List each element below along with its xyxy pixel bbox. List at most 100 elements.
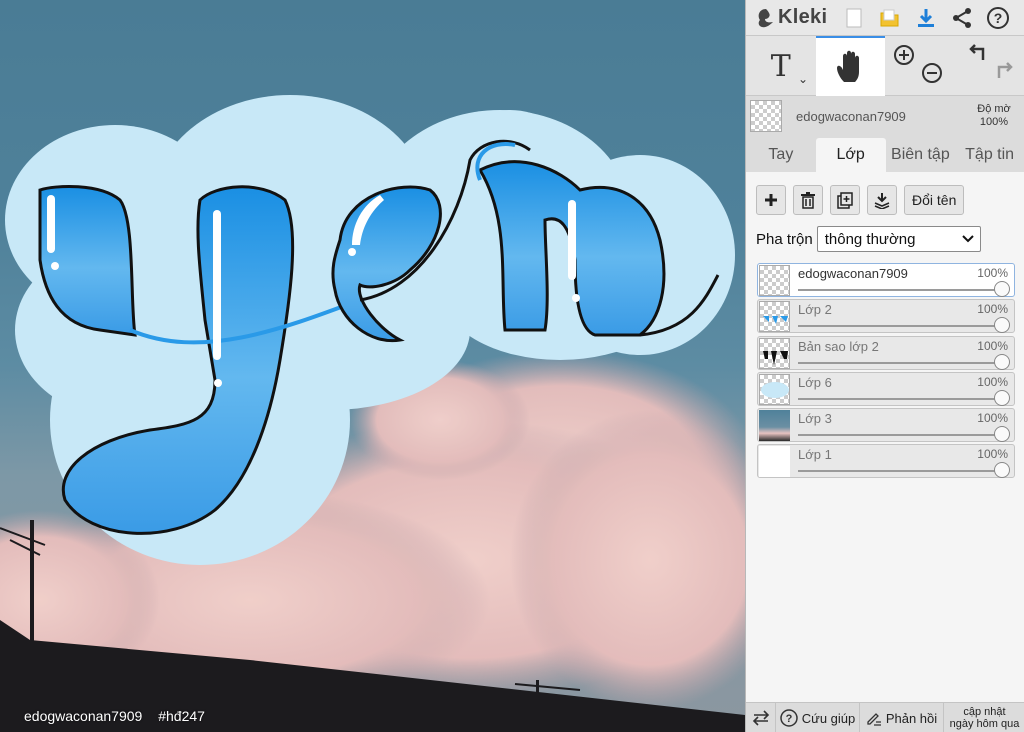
layer-item-lop-3[interactable]: Lớp 3 100% xyxy=(757,408,1015,443)
current-layer-info: edogwaconan7909 Độ mờ 100% xyxy=(746,96,1024,136)
opacity-slider-track[interactable] xyxy=(798,361,1002,364)
tab-bar: Tay Lớp Biên tập Tập tin xyxy=(746,136,1024,172)
duplicate-icon xyxy=(836,191,853,209)
feedback-button[interactable]: Phản hồi xyxy=(860,703,944,732)
trash-icon xyxy=(801,191,815,209)
feedback-icon xyxy=(867,713,881,726)
layer-name: Lớp 3 xyxy=(798,411,832,427)
undo-icon[interactable] xyxy=(967,44,989,66)
layer-name: Bản sao lớp 2 xyxy=(798,338,879,354)
download-icon[interactable] xyxy=(908,0,944,36)
zoom-controls xyxy=(885,36,955,96)
footer-bar: ? Cứu giúp Phản hồi cập nhật ngày hôm qu… xyxy=(746,702,1024,732)
folder-icon[interactable] xyxy=(872,0,908,36)
opacity-slider-track[interactable] xyxy=(798,397,1002,400)
opacity-control[interactable]: Độ mờ 100% xyxy=(964,103,1024,129)
blend-mode-label: Pha trộn xyxy=(756,230,813,248)
svg-text:?: ? xyxy=(994,10,1003,26)
opacity-slider-handle[interactable] xyxy=(994,462,1010,479)
zoom-in-icon[interactable] xyxy=(893,44,915,66)
layer-opacity: 100% xyxy=(977,374,1008,389)
update-info[interactable]: cập nhật ngày hôm qua xyxy=(944,703,1024,732)
tab-edit[interactable]: Biên tập xyxy=(886,138,956,172)
merge-down-button[interactable] xyxy=(867,185,897,215)
redo-icon[interactable] xyxy=(993,62,1015,84)
layer-item-lop-6[interactable]: Lớp 6 100% xyxy=(757,371,1015,406)
layer-thumbnail xyxy=(759,410,790,442)
layer-opacity: 100% xyxy=(977,266,1008,280)
layer-item-lop-2[interactable]: Lớp 2 100% xyxy=(757,299,1015,334)
opacity-slider-handle[interactable] xyxy=(994,426,1010,443)
share-icon[interactable] xyxy=(944,0,980,36)
tab-hand[interactable]: Tay xyxy=(746,138,816,172)
layer-thumbnail xyxy=(759,265,790,296)
swap-side-button[interactable] xyxy=(746,703,776,732)
rename-layer-button[interactable]: Đổi tên xyxy=(904,185,965,215)
chevron-down-icon[interactable]: ⌄ xyxy=(798,72,808,86)
help-icon[interactable]: ? xyxy=(980,0,1016,36)
current-layer-thumbnail xyxy=(750,100,782,132)
layer-item-lop-1[interactable]: Lớp 1 100% xyxy=(757,444,1015,479)
text-tool[interactable]: T ⌄ xyxy=(746,36,816,96)
layer-name: Lớp 1 xyxy=(798,447,832,463)
opacity-slider-handle[interactable] xyxy=(994,353,1010,370)
layer-item-ban-sao-lop-2[interactable]: Bản sao lớp 2 100% xyxy=(757,335,1015,370)
merge-down-icon xyxy=(874,192,890,209)
opacity-slider-track[interactable] xyxy=(798,434,1002,437)
layer-name: Lớp 6 xyxy=(798,374,832,390)
chevron-down-icon xyxy=(962,235,974,243)
app-logo[interactable]: Kleki xyxy=(746,6,836,29)
opacity-slider-track[interactable] xyxy=(798,289,1002,291)
new-file-icon[interactable] xyxy=(836,0,872,36)
layer-buttons: Đổi tên xyxy=(746,172,1024,215)
help-label: Cứu giúp xyxy=(801,710,856,726)
blend-mode-row: Pha trộn thông thường xyxy=(746,215,1024,252)
zoom-out-icon[interactable] xyxy=(921,62,943,84)
blend-mode-value: thông thường xyxy=(824,230,916,248)
opacity-slider-track[interactable] xyxy=(798,325,1002,328)
opacity-slider-handle[interactable] xyxy=(994,317,1010,334)
add-layer-button[interactable] xyxy=(756,185,786,215)
tab-file[interactable]: Tập tin xyxy=(955,138,1024,172)
drawing-canvas[interactable]: edogwaconan7909 #hđ247 xyxy=(0,0,745,732)
update-line-1: cập nhật xyxy=(963,706,1006,718)
blend-mode-select[interactable]: thông thường xyxy=(816,226,981,252)
layer-thumbnail xyxy=(759,301,790,333)
hand-icon xyxy=(837,50,860,82)
layer-opacity: 100% xyxy=(977,302,1008,317)
opacity-slider-handle[interactable] xyxy=(994,389,1010,406)
opacity-slider-track[interactable] xyxy=(798,470,1002,473)
opacity-value: 100% xyxy=(979,116,1009,128)
layer-thumbnail xyxy=(759,337,790,369)
app-name: Kleki xyxy=(778,6,828,28)
text-tool-glyph: T xyxy=(770,48,791,84)
duplicate-layer-button[interactable] xyxy=(830,185,860,215)
layer-opacity: 100% xyxy=(977,411,1008,426)
undo-redo xyxy=(955,36,1024,96)
layer-item-edogwaconan7909[interactable]: edogwaconan7909 100% xyxy=(757,263,1015,297)
side-panel: Kleki ? T ⌄ edogwaconan7909 Độ mờ 100% T… xyxy=(745,0,1024,732)
help-circle-icon: ? xyxy=(779,709,798,727)
layer-name: edogwaconan7909 xyxy=(798,266,908,281)
opacity-slider-handle[interactable] xyxy=(994,281,1010,297)
current-layer-name: edogwaconan7909 xyxy=(796,108,906,124)
layers-panel: Đổi tên Pha trộn thông thường edogwacona… xyxy=(746,172,1024,702)
layer-thumbnail xyxy=(759,373,790,405)
hand-tool[interactable] xyxy=(815,36,885,96)
layer-list: edogwaconan7909 100% Lớp 2 100% Bản sao … xyxy=(757,263,1015,481)
watermark-hashtag: #hđ247 xyxy=(158,708,205,724)
tool-row: T ⌄ xyxy=(746,36,1024,96)
artwork xyxy=(0,95,745,732)
help-button[interactable]: ? Cứu giúp xyxy=(776,703,860,732)
watermark: edogwaconan7909 #hđ247 xyxy=(24,708,217,724)
watermark-username: edogwaconan7909 xyxy=(24,708,143,724)
opacity-label: Độ mờ xyxy=(977,103,1011,115)
tab-layers[interactable]: Lớp xyxy=(815,138,886,172)
plus-icon xyxy=(765,194,777,206)
delete-layer-button[interactable] xyxy=(793,185,823,215)
layer-opacity: 100% xyxy=(977,338,1008,353)
top-bar: Kleki ? xyxy=(746,0,1024,36)
swap-arrows-icon xyxy=(752,710,769,726)
layer-opacity: 100% xyxy=(977,447,1008,462)
feedback-label: Phản hồi xyxy=(885,710,938,726)
